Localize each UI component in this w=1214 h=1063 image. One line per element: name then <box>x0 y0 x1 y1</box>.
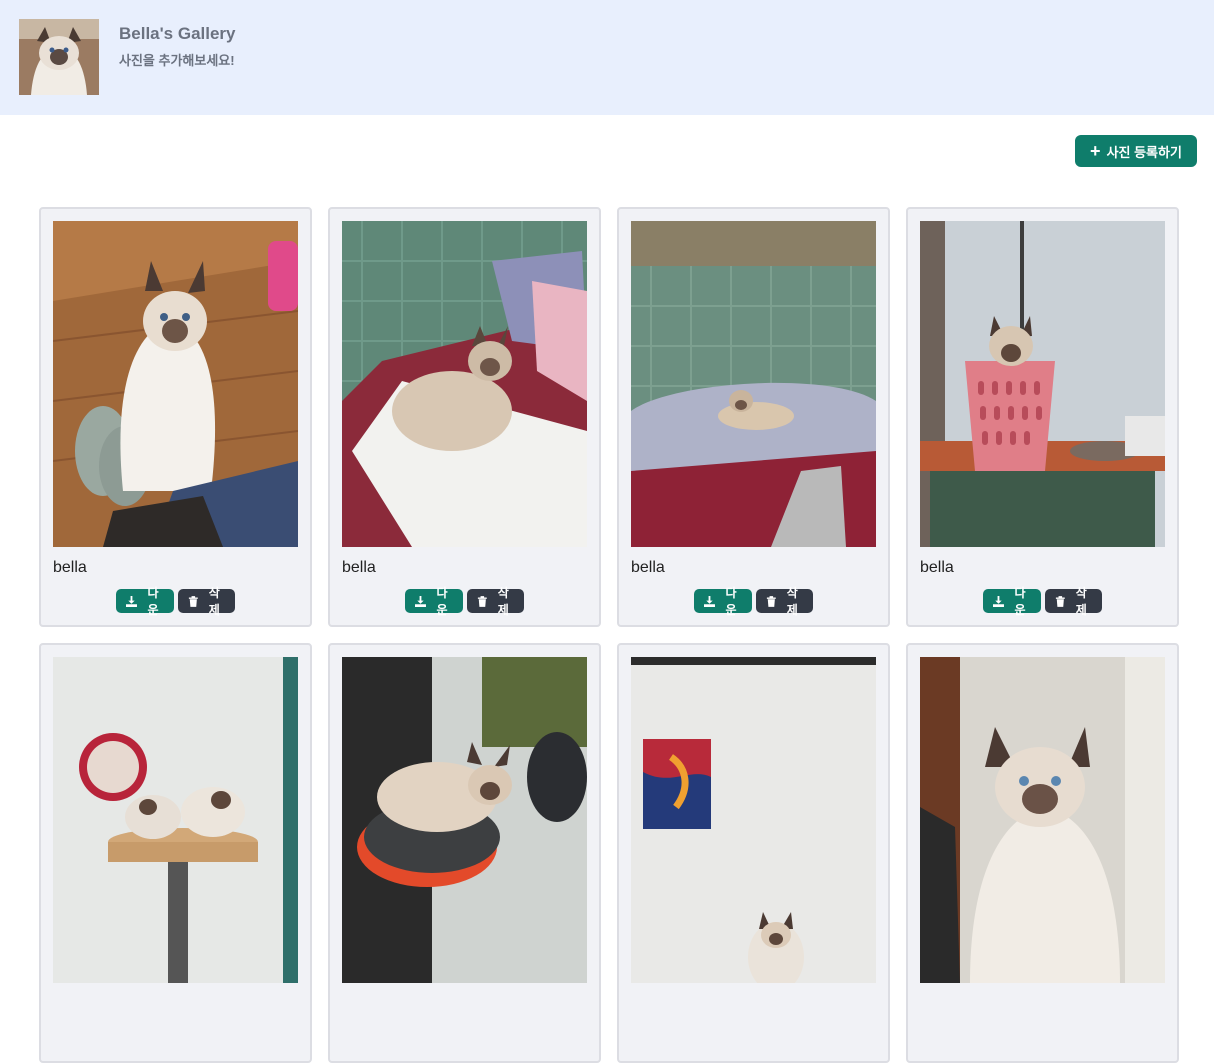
download-label: 다운 <box>147 586 159 617</box>
photo-cat-wood-floor[interactable] <box>53 221 298 547</box>
photo-caption: bella <box>342 559 376 576</box>
card-actions: 다운 삭제 <box>330 586 599 617</box>
download-button[interactable]: 다운 <box>116 586 174 617</box>
download-icon <box>415 595 426 607</box>
avatar <box>19 19 99 95</box>
download-button[interactable]: 다운 <box>983 586 1041 617</box>
gallery-header: Bella's Gallery 사진을 추가해보세요! <box>0 0 1214 115</box>
delete-label: 삭제 <box>786 586 798 617</box>
photo-card: bella 다운 삭제 <box>328 207 601 627</box>
card-actions: 다운 삭제 <box>41 586 310 617</box>
delete-label: 삭제 <box>208 586 220 617</box>
photo-card <box>906 643 1179 1063</box>
photo-two-cats-on-shelf[interactable] <box>53 657 298 983</box>
photo-card: bella 다운 삭제 <box>906 207 1179 627</box>
add-photo-button[interactable]: + 사진 등록하기 <box>1075 135 1197 167</box>
add-photo-label: 사진 등록하기 <box>1106 144 1182 160</box>
photo-caption: bella <box>920 559 954 576</box>
photo-caption: bella <box>53 559 87 576</box>
download-button[interactable]: 다운 <box>405 586 463 617</box>
photo-cat-on-blanket[interactable] <box>631 221 876 547</box>
download-icon <box>993 595 1004 607</box>
photo-caption: bella <box>631 559 665 576</box>
photo-card <box>328 643 601 1063</box>
download-label: 다운 <box>725 586 737 617</box>
card-actions: 다운 삭제 <box>619 586 888 617</box>
trash-icon <box>1055 595 1065 607</box>
download-label: 다운 <box>436 586 448 617</box>
page-title: Bella's Gallery <box>119 24 236 43</box>
photo-card <box>39 643 312 1063</box>
photo-cat-on-bed[interactable] <box>342 221 587 547</box>
delete-label: 삭제 <box>1075 586 1087 617</box>
photo-cat-closeup[interactable] <box>920 657 1165 983</box>
download-button[interactable]: 다운 <box>694 586 752 617</box>
download-icon <box>704 595 715 607</box>
page-subtitle: 사진을 추가해보세요! <box>119 53 235 68</box>
trash-icon <box>188 595 198 607</box>
trash-icon <box>477 595 487 607</box>
photo-card: bella 다운 삭제 <box>617 207 890 627</box>
photo-card: bella 다운 삭제 <box>39 207 312 627</box>
delete-button[interactable]: 삭제 <box>178 586 235 617</box>
download-icon <box>126 595 137 607</box>
delete-button[interactable]: 삭제 <box>1045 586 1102 617</box>
trash-icon <box>766 595 776 607</box>
delete-button[interactable]: 삭제 <box>756 586 813 617</box>
photo-cat-in-basket[interactable] <box>920 221 1165 547</box>
delete-button[interactable]: 삭제 <box>467 586 524 617</box>
plus-icon: + <box>1090 141 1101 161</box>
download-label: 다운 <box>1014 586 1026 617</box>
card-actions: 다운 삭제 <box>908 586 1177 617</box>
photo-card <box>617 643 890 1063</box>
photo-cat-on-chair[interactable] <box>342 657 587 983</box>
delete-label: 삭제 <box>497 586 509 617</box>
photo-cat-by-painting[interactable] <box>631 657 876 983</box>
photo-grid: bella 다운 삭제 bella 다운 삭제 bella 다운 삭제 bell… <box>39 207 1179 1063</box>
